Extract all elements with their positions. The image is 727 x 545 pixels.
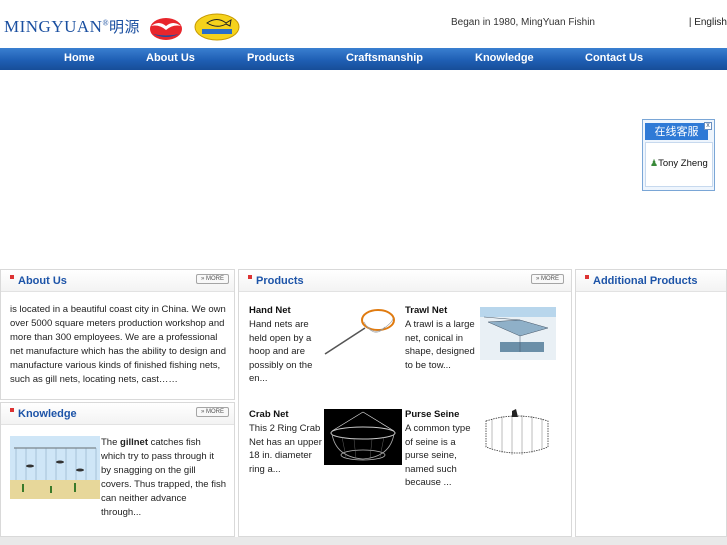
language-switch[interactable]: | English: [689, 17, 727, 28]
product-desc-hand-net: Hand nets are held open by a hoop and ar…: [249, 319, 313, 385]
products-more-button[interactable]: » MORE: [531, 274, 564, 284]
product-name-purse-seine[interactable]: Purse Seine: [405, 409, 459, 420]
close-icon[interactable]: x: [704, 122, 712, 130]
about-more-button[interactable]: » MORE: [196, 274, 229, 284]
online-service-widget: 在线客服 x ♟Tony Zheng: [642, 119, 715, 191]
nav-contact-us[interactable]: Contact Us: [585, 48, 643, 70]
products-panel: Products » MORE Hand Net Hand nets are h…: [238, 269, 572, 537]
product-name-crab-net[interactable]: Crab Net: [249, 409, 289, 420]
chat-agent-name: Tony Zheng: [658, 158, 708, 169]
tagline: Began in 1980, MingYuan Fishin: [451, 17, 595, 28]
flag-icon: [248, 275, 252, 279]
nav-products[interactable]: Products: [247, 48, 295, 70]
bigfish-logo-icon: [194, 13, 240, 41]
gillnet-link[interactable]: gillnet: [120, 437, 148, 448]
flag-icon: [585, 275, 589, 279]
additional-products-panel: Additional Products: [575, 269, 727, 537]
nav-knowledge[interactable]: Knowledge: [475, 48, 534, 70]
product-name-trawl-net[interactable]: Trawl Net: [405, 305, 447, 316]
flag-icon: [10, 275, 14, 279]
about-us-text: is located in a beautiful coast city in …: [10, 304, 226, 385]
chat-agent-link[interactable]: ♟Tony Zheng: [650, 158, 708, 169]
knowledge-more-button[interactable]: » MORE: [196, 407, 229, 417]
nav-about-us[interactable]: About Us: [146, 48, 195, 70]
about-us-panel: About Us » MORE is located in a beautifu…: [0, 269, 235, 400]
knowledge-title: Knowledge: [18, 408, 77, 420]
flag-icon: [10, 408, 14, 412]
online-service-body: ♟Tony Zheng: [645, 142, 713, 187]
nav-home[interactable]: Home: [64, 48, 95, 70]
site-header: MINGYUAN®明源 Began in 1980, MingYuan Fish…: [0, 0, 727, 48]
logo-chinese-text: 明源: [109, 20, 141, 36]
purse-seine-image[interactable]: [482, 409, 552, 461]
knowledge-text: The gillnet catches fish which try to pa…: [101, 436, 226, 520]
knowledge-text-pre: The: [101, 437, 121, 448]
hand-net-image[interactable]: [323, 302, 397, 356]
trawl-net-image[interactable]: [480, 302, 556, 360]
bird-logo-icon: [150, 18, 182, 40]
about-us-title: About Us: [18, 275, 67, 287]
products-title: Products: [256, 275, 304, 287]
knowledge-text-post: catches fish which try to pass through i…: [101, 437, 226, 518]
crab-net-image[interactable]: [324, 409, 402, 465]
nav-craftsmanship[interactable]: Craftsmanship: [346, 48, 423, 70]
user-group-icon: ♟: [650, 158, 659, 168]
product-desc-purse-seine: A common type of seine is a purse seine,…: [405, 423, 471, 489]
footer-strip: [0, 537, 727, 545]
products-header: Products » MORE: [239, 270, 571, 292]
additional-products-title: Additional Products: [593, 275, 698, 287]
product-name-hand-net[interactable]: Hand Net: [249, 305, 291, 316]
knowledge-header: Knowledge » MORE: [1, 403, 234, 425]
about-us-header: About Us » MORE: [1, 270, 234, 292]
logo-text: MINGYUAN: [4, 17, 103, 36]
company-logo[interactable]: MINGYUAN®明源: [4, 16, 140, 37]
online-service-title: 在线客服: [645, 123, 708, 140]
gillnet-diagram-image[interactable]: [10, 436, 100, 499]
knowledge-panel: Knowledge » MORE The gillnet catches fis…: [0, 402, 235, 537]
product-desc-crab-net: This 2 Ring Crab Net has an upper 18 in.…: [249, 423, 322, 475]
additional-products-header: Additional Products: [576, 270, 726, 292]
main-nav: Home About Us Products Craftsmanship Kno…: [0, 48, 727, 70]
product-desc-trawl-net: A trawl is a large net, conical in shape…: [405, 319, 475, 371]
